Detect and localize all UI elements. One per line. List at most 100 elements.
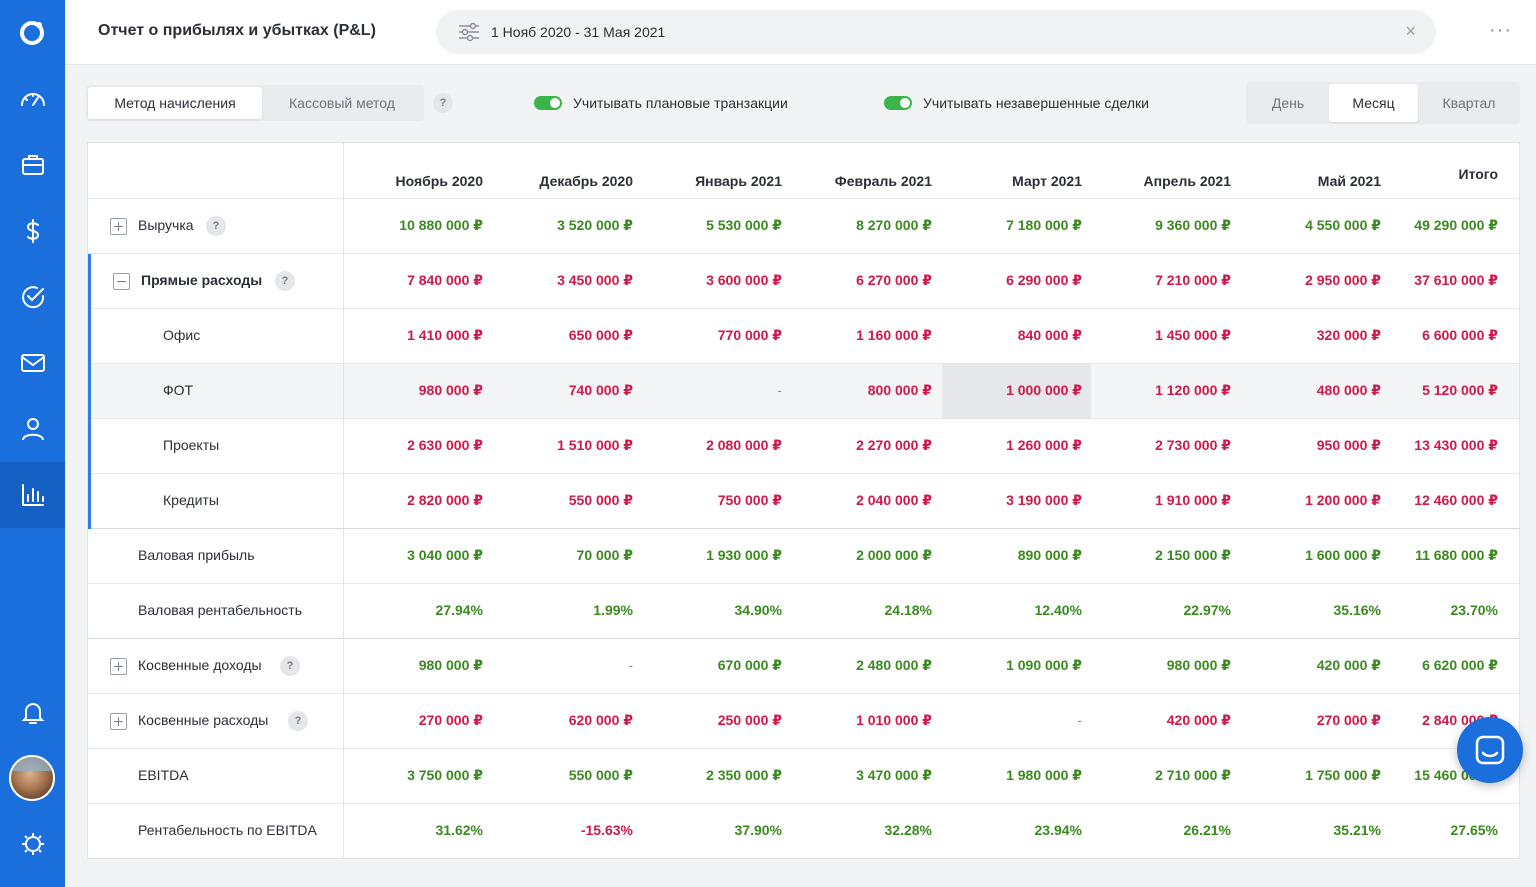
table-cell[interactable]: 35.21% [1334, 822, 1381, 838]
table-cell[interactable]: 11 680 000 ₽ [1415, 547, 1498, 564]
date-range-filter[interactable]: 1 Нояб 2020 - 31 Мая 2021 × [436, 10, 1436, 54]
collapse-minus-icon[interactable] [113, 273, 130, 290]
table-cell[interactable]: 980 000 ₽ [1167, 657, 1231, 674]
period-month-button[interactable]: Месяц [1329, 84, 1418, 122]
table-cell[interactable]: 2 710 000 ₽ [1155, 767, 1231, 784]
table-cell[interactable]: -15.63% [581, 822, 633, 838]
sidebar-item-settings[interactable] [0, 811, 65, 877]
table-cell[interactable]: 270 000 ₽ [1317, 712, 1381, 729]
logo-icon[interactable] [18, 19, 46, 47]
table-cell[interactable]: 34.90% [735, 602, 782, 618]
table-cell[interactable]: 1 010 000 ₽ [856, 712, 932, 729]
table-cell[interactable]: 750 000 ₽ [718, 492, 782, 509]
table-cell[interactable]: 5 530 000 ₽ [706, 217, 782, 234]
table-cell[interactable]: 6 600 000 ₽ [1422, 327, 1498, 344]
table-cell[interactable]: 670 000 ₽ [718, 657, 782, 674]
avatar[interactable] [9, 755, 55, 801]
table-cell[interactable]: 2 730 000 ₽ [1155, 437, 1231, 454]
table-row[interactable]: Прямые расходы? 7 840 000 ₽ 3 450 000 ₽ 3 6… [88, 254, 1519, 309]
table-cell[interactable]: 8 270 000 ₽ [856, 217, 932, 234]
support-chat-button[interactable] [1457, 717, 1523, 783]
table-cell[interactable]: 1 510 000 ₽ [557, 437, 633, 454]
table-cell[interactable]: 1 450 000 ₽ [1155, 327, 1231, 344]
table-cell[interactable]: 2 150 000 ₽ [1155, 547, 1231, 564]
period-quarter-button[interactable]: Квартал [1420, 84, 1518, 122]
table-cell[interactable]: 420 000 ₽ [1317, 657, 1381, 674]
row-help-icon[interactable]: ? [280, 656, 300, 676]
table-cell[interactable]: 620 000 ₽ [569, 712, 633, 729]
table-cell[interactable]: 9 360 000 ₽ [1155, 217, 1231, 234]
table-cell[interactable]: 24.18% [885, 602, 932, 618]
table-cell[interactable]: 7 840 000 ₽ [407, 272, 483, 289]
table-cell[interactable]: 1 090 000 ₽ [1006, 657, 1082, 674]
row-help-icon[interactable]: ? [275, 271, 295, 291]
clear-icon[interactable]: × [1405, 22, 1416, 40]
expand-plus-icon[interactable] [110, 713, 127, 730]
table-cell[interactable]: 12 460 000 ₽ [1414, 492, 1498, 509]
sidebar-item-dashboard[interactable] [0, 66, 65, 132]
table-cell[interactable]: 2 040 000 ₽ [856, 492, 932, 509]
table-cell[interactable]: 1 160 000 ₽ [856, 327, 932, 344]
unfinished-deals-toggle[interactable] [884, 96, 912, 110]
table-cell[interactable]: 1 260 000 ₽ [1006, 437, 1082, 454]
table-cell[interactable]: 550 000 ₽ [569, 767, 633, 784]
table-cell[interactable]: 32.28% [885, 822, 932, 838]
table-cell[interactable]: 250 000 ₽ [718, 712, 782, 729]
table-cell[interactable]: 12.40% [1035, 602, 1082, 618]
table-cell[interactable]: 1 910 000 ₽ [1155, 492, 1231, 509]
table-cell[interactable]: 6 620 000 ₽ [1422, 657, 1498, 674]
sidebar-item-finance[interactable] [0, 198, 65, 264]
table-cell[interactable]: 740 000 ₽ [569, 382, 633, 399]
table-row[interactable]: Косвенные доходы? 980 000 ₽ - 670 000 ₽ 2 48… [88, 639, 1519, 694]
sidebar-item-tasks[interactable] [0, 264, 65, 330]
table-cell[interactable]: 3 520 000 ₽ [557, 217, 633, 234]
table-cell[interactable]: 800 000 ₽ [868, 382, 932, 399]
table-cell[interactable]: 22.97% [1184, 602, 1231, 618]
table-cell[interactable]: 1 750 000 ₽ [1305, 767, 1381, 784]
table-cell[interactable]: 10 880 000 ₽ [399, 217, 483, 234]
table-cell[interactable]: 840 000 ₽ [1018, 327, 1082, 344]
row-help-icon[interactable]: ? [206, 216, 226, 236]
planned-transactions-toggle[interactable] [534, 96, 562, 110]
table-cell[interactable]: 950 000 ₽ [1317, 437, 1381, 454]
table-cell[interactable]: 70 000 ₽ [577, 547, 633, 564]
sidebar-item-contacts[interactable] [0, 396, 65, 462]
table-cell[interactable]: 1 200 000 ₽ [1305, 492, 1381, 509]
table-cell[interactable]: 37.90% [735, 822, 782, 838]
table-cell[interactable]: 3 470 000 ₽ [856, 767, 932, 784]
sidebar-item-notifications[interactable] [0, 679, 65, 745]
table-cell[interactable]: 5 120 000 ₽ [1422, 382, 1498, 399]
table-row[interactable]: Выручка? 10 880 000 ₽ 3 520 000 ₽ 5 530 000… [88, 199, 1519, 254]
table-cell[interactable]: 37 610 000 ₽ [1414, 272, 1498, 289]
table-cell[interactable]: 1 930 000 ₽ [706, 547, 782, 564]
table-cell[interactable]: 26.21% [1184, 822, 1231, 838]
table-cell[interactable]: 23.94% [1035, 822, 1082, 838]
method-accrual-button[interactable]: Метод начисления [88, 87, 262, 119]
table-cell[interactable]: 4 550 000 ₽ [1305, 217, 1381, 234]
table-cell[interactable]: 1 980 000 ₽ [1006, 767, 1082, 784]
method-help-icon[interactable]: ? [433, 93, 453, 113]
table-cell[interactable]: 650 000 ₽ [569, 327, 633, 344]
expand-plus-icon[interactable] [110, 658, 127, 675]
period-day-button[interactable]: День [1248, 84, 1328, 122]
table-cell[interactable]: - [1077, 712, 1082, 728]
table-cell[interactable]: 2 080 000 ₽ [706, 437, 782, 454]
table-cell[interactable]: 1.99% [593, 602, 633, 618]
expand-plus-icon[interactable] [110, 218, 127, 235]
table-cell[interactable]: 890 000 ₽ [1018, 547, 1082, 564]
table-cell[interactable]: 480 000 ₽ [1317, 382, 1381, 399]
table-cell[interactable]: 3 040 000 ₽ [407, 547, 483, 564]
table-cell[interactable]: - [777, 382, 782, 398]
table-cell[interactable]: 2 350 000 ₽ [706, 767, 782, 784]
table-cell[interactable]: 3 450 000 ₽ [557, 272, 633, 289]
table-cell[interactable]: 1 410 000 ₽ [407, 327, 483, 344]
table-cell[interactable]: 1 600 000 ₽ [1305, 547, 1381, 564]
table-cell[interactable]: 2 630 000 ₽ [407, 437, 483, 454]
method-cash-button[interactable]: Кассовый метод [262, 87, 422, 119]
table-cell[interactable]: 2 820 000 ₽ [407, 492, 483, 509]
table-cell[interactable]: 6 290 000 ₽ [1006, 272, 1082, 289]
table-cell[interactable]: 770 000 ₽ [718, 327, 782, 344]
table-cell[interactable]: 3 600 000 ₽ [706, 272, 782, 289]
table-cell[interactable]: 3 190 000 ₽ [1006, 492, 1082, 509]
table-cell[interactable]: 2 270 000 ₽ [856, 437, 932, 454]
